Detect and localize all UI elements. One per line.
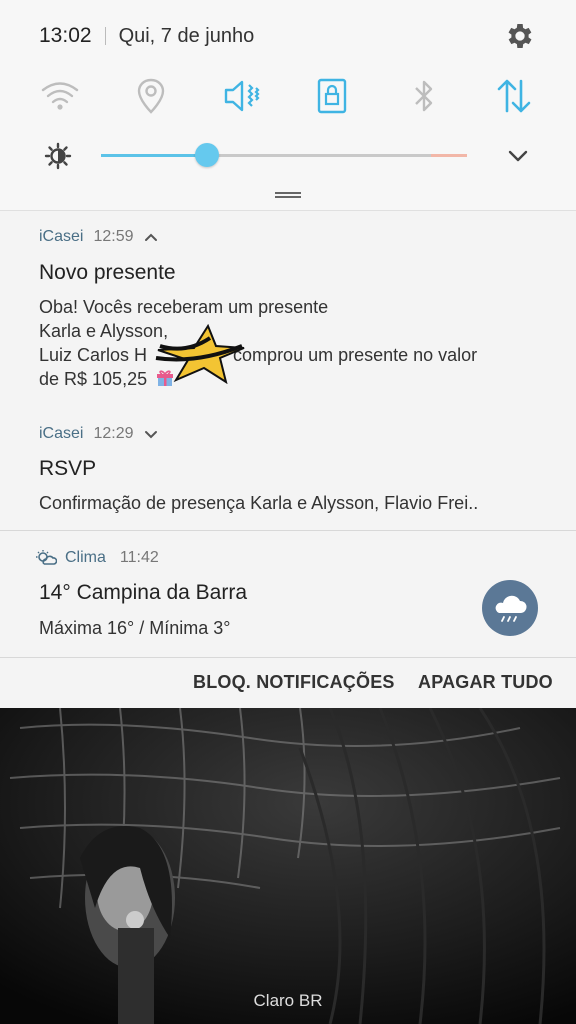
clear-all-button[interactable]: APAGAR TUDO bbox=[418, 672, 553, 693]
block-notifications-button[interactable]: BLOQ. NOTIFICAÇÕES bbox=[193, 672, 395, 693]
location-icon bbox=[137, 78, 165, 114]
wifi-toggle[interactable] bbox=[40, 74, 80, 118]
carrier-label: Claro BR bbox=[253, 991, 323, 1010]
bluetooth-icon bbox=[415, 80, 433, 112]
notification-body: Confirmação de presença Karla e Alysson,… bbox=[39, 493, 479, 513]
notification-actions: BLOQ. NOTIFICAÇÕES APAGAR TUDO bbox=[0, 657, 576, 708]
brightness-slider-fill bbox=[101, 154, 208, 157]
panel-drag-handle[interactable] bbox=[275, 192, 301, 198]
amount-text: de R$ 105,25 bbox=[39, 369, 148, 389]
lockscreen-wallpaper: Claro BR bbox=[0, 708, 576, 1024]
status-row: 13:02 Qui, 7 de junho bbox=[39, 20, 536, 52]
notification-body-line: Luiz Carlos H comprou um presente no valo… bbox=[39, 343, 477, 367]
wallpaper-image bbox=[0, 708, 576, 1024]
notification-body-line: Oba! Vocês receberam um presente bbox=[39, 297, 329, 317]
rotation-lock-icon bbox=[317, 78, 347, 114]
vibrate-toggle[interactable] bbox=[222, 74, 262, 118]
brightness-slider-high-zone bbox=[431, 154, 467, 157]
vibrate-icon bbox=[224, 80, 260, 112]
notification-header[interactable]: iCasei 12:29 bbox=[39, 423, 158, 445]
notification-time: 12:29 bbox=[93, 425, 134, 442]
data-arrows-icon bbox=[497, 79, 531, 113]
bluetooth-toggle[interactable] bbox=[404, 74, 444, 118]
date-label[interactable]: Qui, 7 de junho bbox=[119, 25, 255, 48]
quick-panel: 13:02 Qui, 7 de junho bbox=[0, 0, 576, 210]
mobile-data-toggle[interactable] bbox=[494, 74, 534, 118]
clock: 13:02 bbox=[39, 24, 92, 47]
rotation-lock-toggle[interactable] bbox=[312, 74, 352, 118]
app-name: iCasei bbox=[39, 228, 84, 245]
sender-name: Luiz Carlos H bbox=[39, 345, 148, 365]
notification-title[interactable]: Novo presente bbox=[39, 261, 176, 285]
body-text: comprou um presente no valor bbox=[233, 345, 478, 365]
divider bbox=[104, 27, 106, 45]
app-name: iCasei bbox=[39, 425, 84, 442]
rain-cloud-icon bbox=[482, 580, 538, 636]
chevron-down-icon[interactable] bbox=[506, 144, 530, 168]
notification-group-icasei: iCasei 12:59 Novo presente Oba! Vocês re… bbox=[0, 210, 576, 530]
weather-app-icon bbox=[36, 550, 57, 565]
chevron-up-icon[interactable] bbox=[144, 230, 158, 244]
brightness-slider[interactable] bbox=[101, 154, 467, 157]
notification-time: 11:42 bbox=[119, 549, 159, 566]
brightness-sun-icon bbox=[44, 142, 72, 170]
quick-toggles bbox=[40, 74, 536, 118]
notification-header[interactable]: iCasei 12:59 bbox=[39, 226, 158, 248]
chevron-down-icon[interactable] bbox=[144, 427, 158, 441]
app-name: Clima bbox=[65, 549, 106, 566]
notification-time: 12:59 bbox=[93, 228, 134, 245]
brightness-row bbox=[0, 140, 576, 172]
settings-gear-icon[interactable] bbox=[504, 20, 536, 52]
redaction-star-icon bbox=[155, 324, 245, 384]
notification-title[interactable]: RSVP bbox=[39, 457, 96, 481]
wifi-icon bbox=[41, 82, 79, 110]
notification-title: 14° Campina da Barra bbox=[39, 581, 248, 604]
notification-body: Máxima 16° / Mínima 3° bbox=[39, 618, 231, 638]
brightness-slider-thumb[interactable] bbox=[195, 143, 220, 167]
notification-header[interactable]: Clima 11:42 bbox=[36, 547, 159, 569]
location-toggle[interactable] bbox=[131, 74, 171, 118]
